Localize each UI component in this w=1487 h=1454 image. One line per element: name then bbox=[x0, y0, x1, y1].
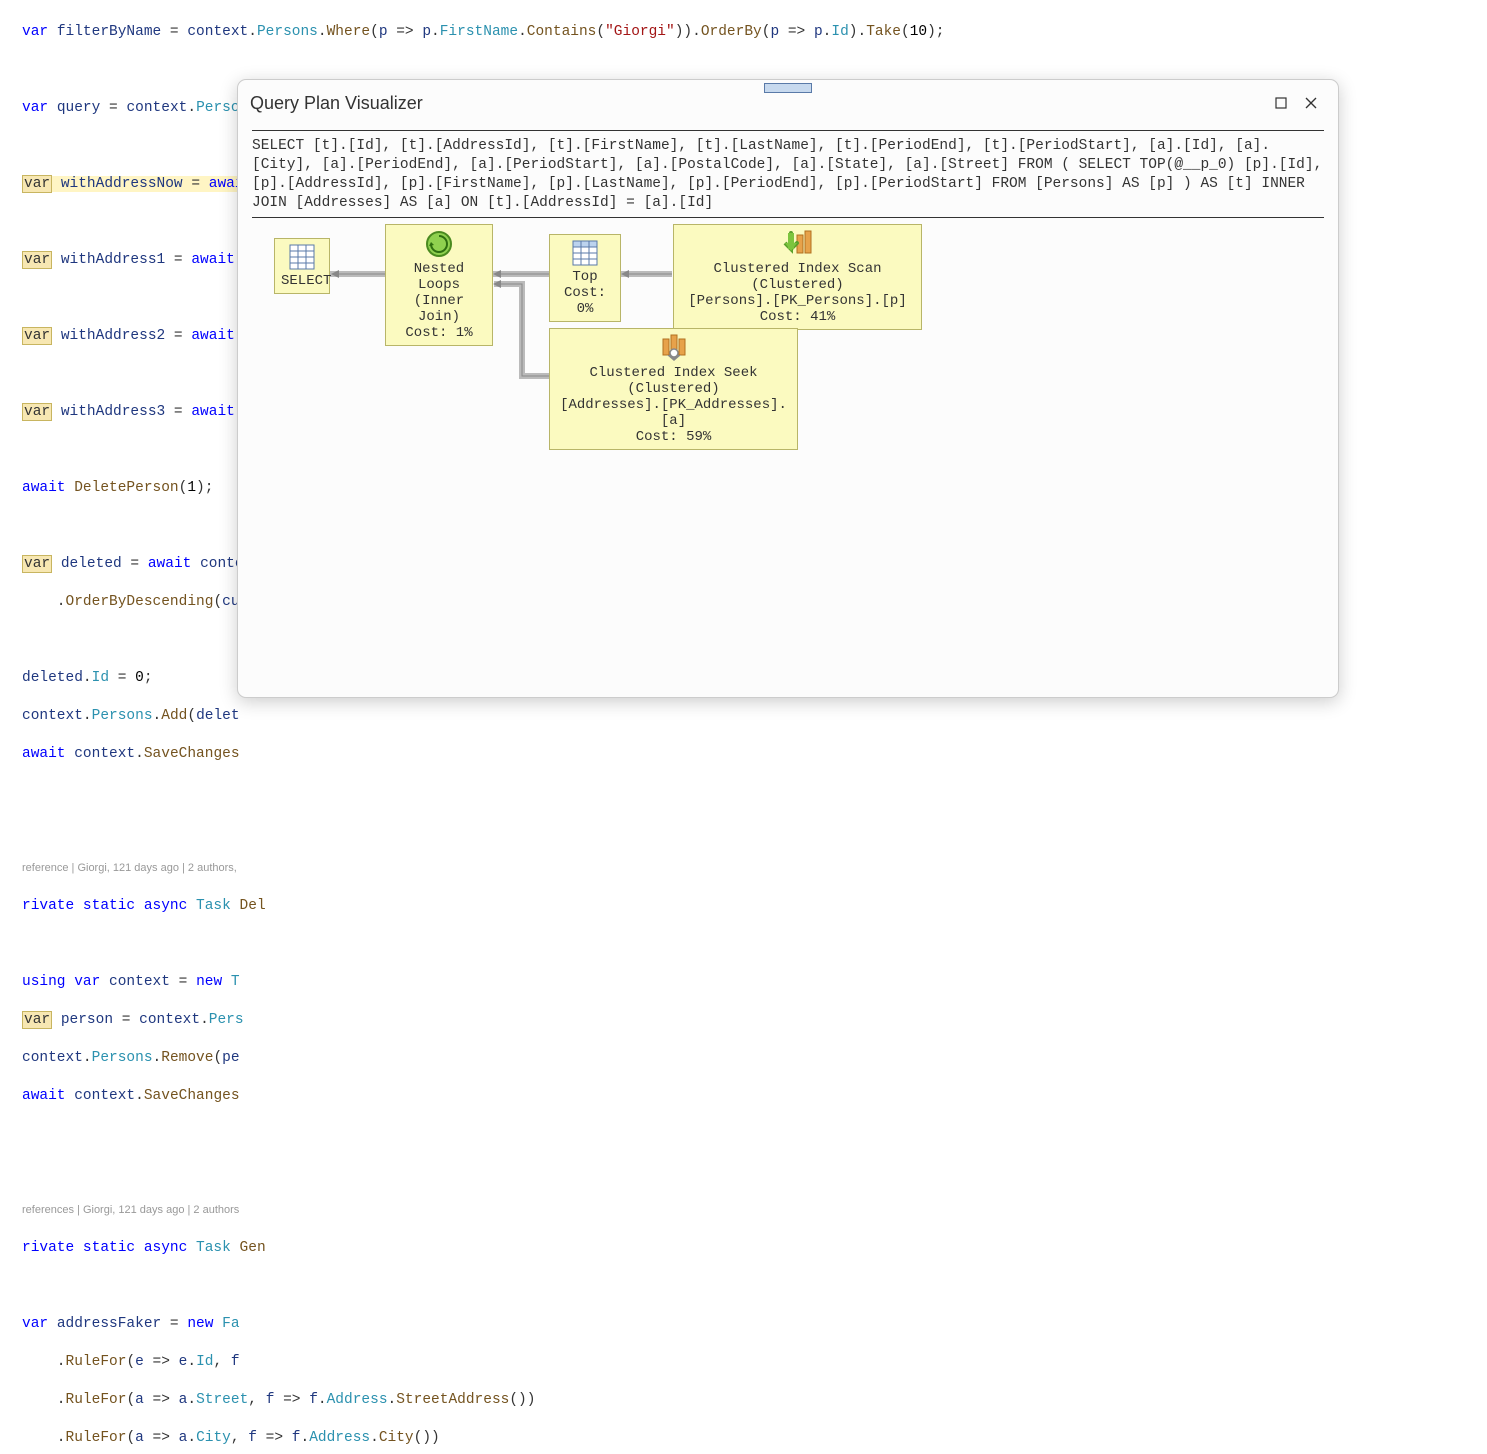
table-icon bbox=[288, 243, 316, 271]
plan-canvas[interactable]: SELECT Nested Loops (Inner Join) Cost: 1… bbox=[252, 224, 1324, 604]
plan-node-index-seek[interactable]: Clustered Index Seek (Clustered) [Addres… bbox=[549, 328, 798, 450]
divider bbox=[252, 130, 1324, 131]
divider bbox=[252, 217, 1324, 218]
table-icon bbox=[571, 239, 599, 267]
codelens-2[interactable]: references | Giorgi, 121 days ago | 2 au… bbox=[22, 1201, 1487, 1220]
sql-text: SELECT [t].[Id], [t].[AddressId], [t].[F… bbox=[252, 137, 1324, 217]
maximize-icon bbox=[1275, 97, 1287, 109]
close-button[interactable] bbox=[1296, 88, 1326, 118]
plan-label: Cost: 59% bbox=[556, 429, 791, 445]
plan-label: [Addresses].[PK_Addresses].[a] bbox=[556, 397, 791, 429]
plan-label: Clustered Index Scan (Clustered) bbox=[680, 261, 915, 293]
popup-title: Query Plan Visualizer bbox=[250, 93, 1266, 114]
index-scan-icon bbox=[781, 229, 815, 259]
maximize-button[interactable] bbox=[1266, 88, 1296, 118]
codelens-1[interactable]: reference | Giorgi, 121 days ago | 2 aut… bbox=[22, 859, 1487, 878]
plan-node-select[interactable]: SELECT bbox=[274, 238, 330, 294]
popup-drag-handle[interactable] bbox=[764, 83, 812, 93]
plan-label: Clustered Index Seek (Clustered) bbox=[556, 365, 791, 397]
plan-label: Cost: 1% bbox=[392, 325, 486, 341]
plan-node-top[interactable]: Top Cost: 0% bbox=[549, 234, 621, 322]
plan-label: (Inner Join) bbox=[392, 293, 486, 325]
plan-label: Nested Loops bbox=[392, 261, 486, 293]
plan-label: Top bbox=[556, 269, 614, 285]
query-plan-visualizer-popup: Query Plan Visualizer SELECT [t].[Id], [… bbox=[237, 79, 1339, 698]
plan-label: Cost: 0% bbox=[556, 285, 614, 317]
plan-label: SELECT bbox=[281, 273, 331, 289]
plan-label: [Persons].[PK_Persons].[p] bbox=[680, 293, 915, 309]
plan-node-nested-loops[interactable]: Nested Loops (Inner Join) Cost: 1% bbox=[385, 224, 493, 346]
nested-loops-icon bbox=[424, 229, 454, 259]
plan-node-index-scan[interactable]: Clustered Index Scan (Clustered) [Person… bbox=[673, 224, 922, 330]
index-seek-icon bbox=[657, 333, 691, 363]
close-icon bbox=[1305, 97, 1317, 109]
plan-label: Cost: 41% bbox=[680, 309, 915, 325]
